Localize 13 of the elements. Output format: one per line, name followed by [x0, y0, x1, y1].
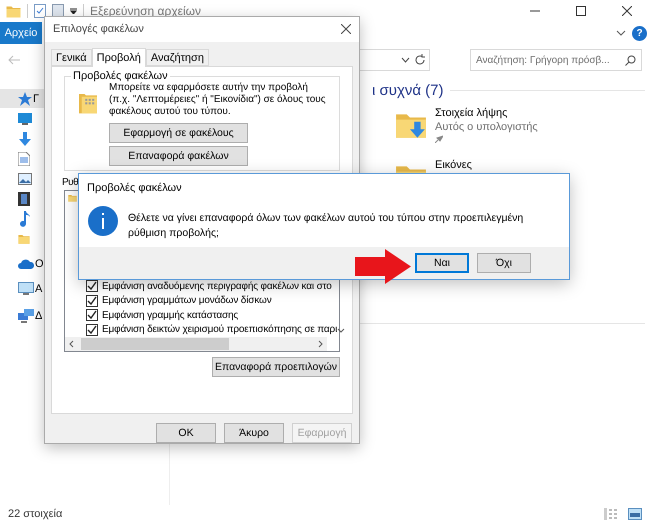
- setting-label: Εμφάνιση αναδυόμενης περιγραφής φακέλων και στο: [102, 280, 332, 292]
- setting-label: Εμφάνιση δεικτών χειρισμού προεπισκόπησης σε παρι: [102, 324, 338, 336]
- settings-label: Ρυθ: [62, 177, 78, 188]
- setting-label: Εμφάνιση γραμμής κατάστασης: [102, 310, 238, 321]
- section-heading: ι συχνά (7): [372, 82, 444, 99]
- item-count: 22 στοιχεία: [8, 508, 62, 520]
- window-title: Εξερεύνηση αρχείων: [90, 4, 201, 18]
- message-title: Προβολές φακέλων: [87, 182, 182, 194]
- dialog-title: Επιλογές φακέλων: [53, 23, 144, 36]
- description-text: Μπορείτε να εφαρμόσετε αυτήν την προβολή (π.χ. "Λεπτομέρειες" ή "Εικονίδια") σε όλους τους φακέλους αυτού του τύπου.: [109, 82, 327, 118]
- group-title: Προβολές φακέλων: [72, 70, 169, 82]
- setting-label: Εμφάνιση γραμμάτων μονάδων δίσκων: [102, 295, 272, 306]
- message-text: Θέλετε να γίνει επαναφορά όλων των φακέλων αυτού του τύπου στην προεπιλεγμένη ρύθμιση προβολής;: [128, 211, 524, 241]
